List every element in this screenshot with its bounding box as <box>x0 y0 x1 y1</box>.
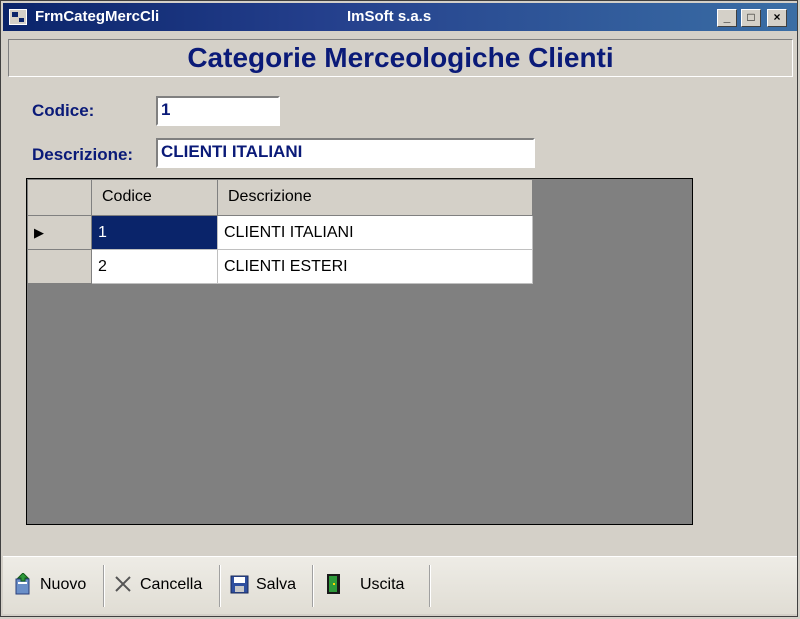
new-document-icon <box>15 573 30 595</box>
cell-codice-2[interactable]: 2 <box>92 250 218 284</box>
exit-door-icon <box>327 574 340 594</box>
app-icon[interactable] <box>9 9 27 25</box>
cancella-button[interactable]: Cancella <box>113 573 213 599</box>
codice-label: Codice: <box>32 101 95 120</box>
descrizione-label: Descrizione: <box>32 145 134 164</box>
column-header-codice[interactable]: Codice <box>92 180 218 216</box>
uscita-label: Uscita <box>360 576 405 593</box>
app-window: FrmCategMercCli ImSoft s.a.s _ □ × Categ… <box>0 0 798 617</box>
window-title: FrmCategMercCli <box>35 8 160 25</box>
grid-corner-header[interactable] <box>28 180 92 216</box>
toolbar-separator <box>429 565 431 607</box>
delete-x-icon <box>115 576 131 592</box>
descrizione-field[interactable]: CLIENTI ITALIANI <box>156 138 535 168</box>
nuovo-button[interactable]: Nuovo <box>13 573 93 599</box>
uscita-button[interactable]: Uscita <box>323 573 423 599</box>
cell-descrizione-2[interactable]: CLIENTI ESTERI <box>218 250 533 284</box>
header-panel: Categorie Merceologiche Clienti <box>8 39 793 77</box>
row-header-2[interactable] <box>28 250 92 284</box>
page-title: Categorie Merceologiche Clienti <box>187 42 614 73</box>
row-header-1[interactable]: ▶ <box>28 216 92 250</box>
toolbar-separator <box>312 565 314 607</box>
salva-button[interactable]: Salva <box>229 573 309 599</box>
cancella-label: Cancella <box>140 576 203 593</box>
save-disk-icon <box>230 575 249 594</box>
close-button[interactable]: × <box>767 9 787 27</box>
salva-label: Salva <box>256 576 297 593</box>
cell-codice-1[interactable]: 1 <box>92 216 218 250</box>
data-grid[interactable]: Codice Descrizione ▶ 1 CLIENTI ITALIANI … <box>26 178 693 525</box>
cell-descrizione-1[interactable]: CLIENTI ITALIANI <box>218 216 533 250</box>
codice-field[interactable]: 1 <box>156 96 280 126</box>
minimize-button[interactable]: _ <box>717 9 737 27</box>
company-name: ImSoft s.a.s <box>347 8 432 25</box>
toolbar-separator <box>219 565 221 607</box>
toolbar: Nuovo Cancella Salva Uscita <box>3 556 797 614</box>
title-bar[interactable]: FrmCategMercCli ImSoft s.a.s _ □ × <box>3 3 797 31</box>
toolbar-separator <box>103 565 105 607</box>
row-indicator-icon: ▶ <box>34 225 44 240</box>
maximize-button[interactable]: □ <box>741 9 761 27</box>
column-header-descrizione[interactable]: Descrizione <box>218 180 533 216</box>
nuovo-label: Nuovo <box>40 576 87 593</box>
